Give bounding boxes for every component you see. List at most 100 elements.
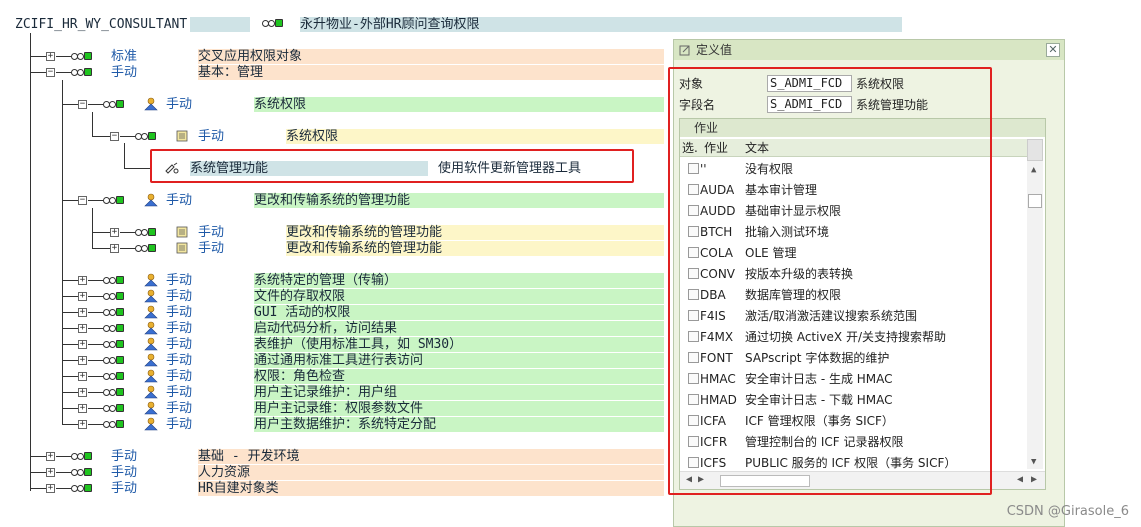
maintenance-status[interactable]: 手动 (166, 97, 192, 112)
traffic-light-icon (103, 292, 124, 302)
maintenance-status[interactable]: 手动 (111, 481, 137, 496)
traffic-light-icon (103, 308, 124, 318)
scroll-down-icon[interactable]: ▼ (1031, 457, 1036, 467)
tree-row-text[interactable]: 表维护（使用标准工具，如 SM30） (254, 337, 462, 352)
collapse-icon[interactable]: − (78, 196, 87, 205)
maintenance-status[interactable]: 标准 (111, 49, 137, 64)
traffic-light-icon (103, 404, 124, 414)
expand-icon[interactable]: + (46, 468, 55, 477)
tree-branch (120, 248, 135, 249)
traffic-light-icon (103, 356, 124, 366)
tree-row-text[interactable]: 更改和传输系统的管理功能 (254, 193, 410, 208)
tree-row-text[interactable]: 用户主数据维护：系统特定分配 (254, 417, 436, 432)
tree-row-text[interactable]: 基础 - 开发环境 (198, 449, 299, 464)
tree-branch (56, 472, 71, 473)
maintenance-status[interactable]: 手动 (166, 321, 192, 336)
maintenance-status[interactable]: 手动 (166, 193, 192, 208)
traffic-light-icon (103, 388, 124, 398)
tree-row-text[interactable]: 文件的存取权限 (254, 289, 345, 304)
traffic-light-icon (135, 228, 156, 238)
expand-icon[interactable]: + (78, 340, 87, 349)
tree-row-text[interactable]: 系统特定的管理（传输） (254, 273, 397, 288)
tree-line (92, 112, 93, 137)
tree-row-text[interactable]: 系统权限 (286, 129, 338, 144)
expand-icon[interactable]: + (46, 484, 55, 493)
collapse-icon[interactable]: − (46, 68, 55, 77)
tree-branch (62, 328, 78, 329)
tree-row-text[interactable]: 通过通用标准工具进行表访问 (254, 353, 423, 368)
tree-row-text[interactable]: HR自建对象类 (198, 481, 279, 496)
maintenance-status[interactable]: 手动 (198, 129, 224, 144)
tree-row-text[interactable]: 更改和传输系统的管理功能 (286, 225, 442, 240)
maintenance-status[interactable]: 手动 (166, 417, 192, 432)
scroll-thumb[interactable] (1028, 194, 1042, 208)
maintenance-status[interactable]: 手动 (166, 305, 192, 320)
tree-row-text[interactable]: 交叉应用权限对象 (198, 49, 302, 64)
tree-row-text[interactable]: 更改和传输系统的管理功能 (286, 241, 442, 256)
expand-icon[interactable]: + (78, 324, 87, 333)
tree-line (124, 143, 125, 169)
edit-icon (679, 45, 690, 56)
tree-row-text[interactable]: 人力资源 (198, 465, 250, 480)
tree-branch (88, 376, 103, 377)
maintenance-status[interactable]: 手动 (166, 401, 192, 416)
tree-branch (30, 488, 46, 489)
expand-icon[interactable]: + (78, 276, 87, 285)
maintenance-status[interactable]: 手动 (166, 353, 192, 368)
traffic-light-icon (103, 372, 124, 382)
maintenance-status[interactable]: 手动 (111, 465, 137, 480)
maintenance-status[interactable]: 手动 (198, 241, 224, 256)
expand-icon[interactable]: + (78, 356, 87, 365)
collapse-icon[interactable]: − (110, 132, 119, 141)
tree-row-text[interactable]: 用户主记录维护：用户组 (254, 385, 397, 400)
expand-icon[interactable]: + (110, 228, 119, 237)
scroll-right-icon[interactable]: ▶ (1031, 474, 1037, 485)
tree-branch (88, 104, 103, 105)
scroll-icon (176, 226, 188, 238)
traffic-light-icon (262, 19, 283, 29)
expand-icon[interactable]: + (78, 292, 87, 301)
header-bar-left (190, 17, 250, 32)
expand-icon[interactable]: + (46, 452, 55, 461)
maintenance-status[interactable]: 手动 (166, 289, 192, 304)
maintenance-status[interactable]: 手动 (166, 337, 192, 352)
maintenance-status[interactable]: 手动 (166, 385, 192, 400)
maintenance-status[interactable]: 手动 (166, 273, 192, 288)
expand-icon[interactable]: + (78, 388, 87, 397)
tree-row-text[interactable]: 系统权限 (254, 97, 306, 112)
traffic-light-icon (103, 276, 124, 286)
user-icon (144, 289, 158, 303)
expand-icon[interactable]: + (78, 420, 87, 429)
expand-icon[interactable]: + (78, 308, 87, 317)
tree-branch (56, 72, 71, 73)
vertical-scrollbar[interactable]: ▲ ▼ (1027, 139, 1043, 469)
collapse-icon[interactable]: − (78, 100, 87, 109)
traffic-light-icon (71, 452, 92, 462)
scroll-up-icon[interactable]: ▲ (1031, 165, 1036, 175)
expand-icon[interactable]: + (78, 372, 87, 381)
scroll-left-icon[interactable]: ◀ (1017, 474, 1023, 485)
close-button[interactable]: ✕ (1046, 43, 1060, 57)
tree-branch (62, 376, 78, 377)
traffic-light-icon (135, 244, 156, 254)
maintenance-status[interactable]: 手动 (111, 449, 137, 464)
traffic-light-icon (103, 100, 124, 110)
expand-icon[interactable]: + (46, 52, 55, 61)
traffic-light-icon (103, 324, 124, 334)
expand-icon[interactable]: + (110, 244, 119, 253)
tree-row-text[interactable]: 权限：角色检查 (254, 369, 345, 384)
user-icon (144, 193, 158, 207)
dialog-title-text: 定义值 (696, 43, 733, 57)
tree-branch (62, 392, 78, 393)
tree-row-text[interactable]: 启动代码分析，访问结果 (254, 321, 397, 336)
maintenance-status[interactable]: 手动 (111, 65, 137, 80)
tree-row-text[interactable]: 用户主记录维：权限参数文件 (254, 401, 423, 416)
tree-branch (30, 472, 46, 473)
user-icon (144, 97, 158, 111)
tree-row-text[interactable]: 基本：管理 (198, 65, 263, 80)
tree-row-text[interactable]: GUI 活动的权限 (254, 305, 350, 320)
maintenance-status[interactable]: 手动 (166, 369, 192, 384)
expand-icon[interactable]: + (78, 404, 87, 413)
tree-branch (56, 56, 71, 57)
maintenance-status[interactable]: 手动 (198, 225, 224, 240)
